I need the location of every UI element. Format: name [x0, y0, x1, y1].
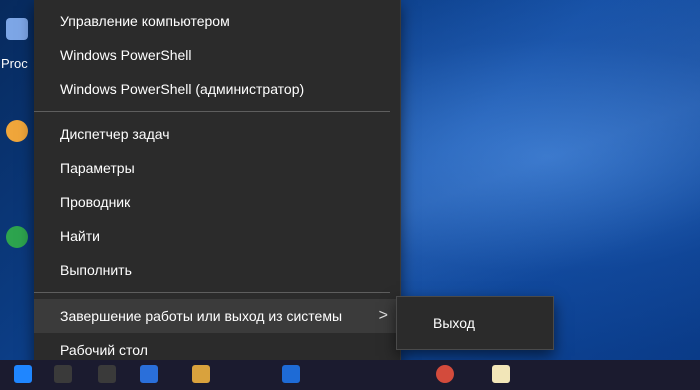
menu-item-powershell[interactable]: Windows PowerShell — [34, 38, 400, 72]
shutdown-submenu: Выход — [396, 296, 554, 350]
taskbar — [0, 360, 700, 390]
search-icon[interactable] — [54, 365, 72, 383]
menu-separator — [34, 292, 390, 293]
desktop-icons: Proc — [0, 0, 34, 360]
folder-icon[interactable] — [192, 365, 210, 383]
app-icon-top[interactable] — [6, 18, 28, 40]
menu-item-settings[interactable]: Параметры — [34, 151, 400, 185]
menu-item-explorer[interactable]: Проводник — [34, 185, 400, 219]
context-menu: Управление компьютером Windows PowerShel… — [34, 0, 401, 378]
menu-item-powershell-admin[interactable]: Windows PowerShell (администратор) — [34, 72, 400, 106]
start-icon[interactable] — [14, 365, 32, 383]
menu-item-task-manager[interactable]: Диспетчер задач — [34, 117, 400, 151]
menu-item-computer-management[interactable]: Управление компьютером — [34, 4, 400, 38]
menu-item-shutdown-signout[interactable]: Завершение работы или выход из системы > — [34, 299, 400, 333]
submenu-arrow-icon: > — [378, 307, 388, 324]
taskview-icon[interactable] — [98, 365, 116, 383]
app-icon-orange[interactable] — [6, 120, 28, 142]
store-icon[interactable] — [282, 365, 300, 383]
edge-icon[interactable] — [140, 365, 158, 383]
media-icon[interactable] — [436, 365, 454, 383]
menu-separator — [34, 111, 390, 112]
notes-icon[interactable] — [492, 365, 510, 383]
menu-item-shutdown-label: Завершение работы или выход из системы — [60, 308, 343, 324]
menu-item-run[interactable]: Выполнить — [34, 253, 400, 287]
app-icon-chrome[interactable] — [6, 226, 28, 248]
menu-item-search[interactable]: Найти — [34, 219, 400, 253]
desktop-label: Proc — [1, 56, 28, 71]
submenu-item-signout[interactable]: Выход — [397, 297, 553, 349]
